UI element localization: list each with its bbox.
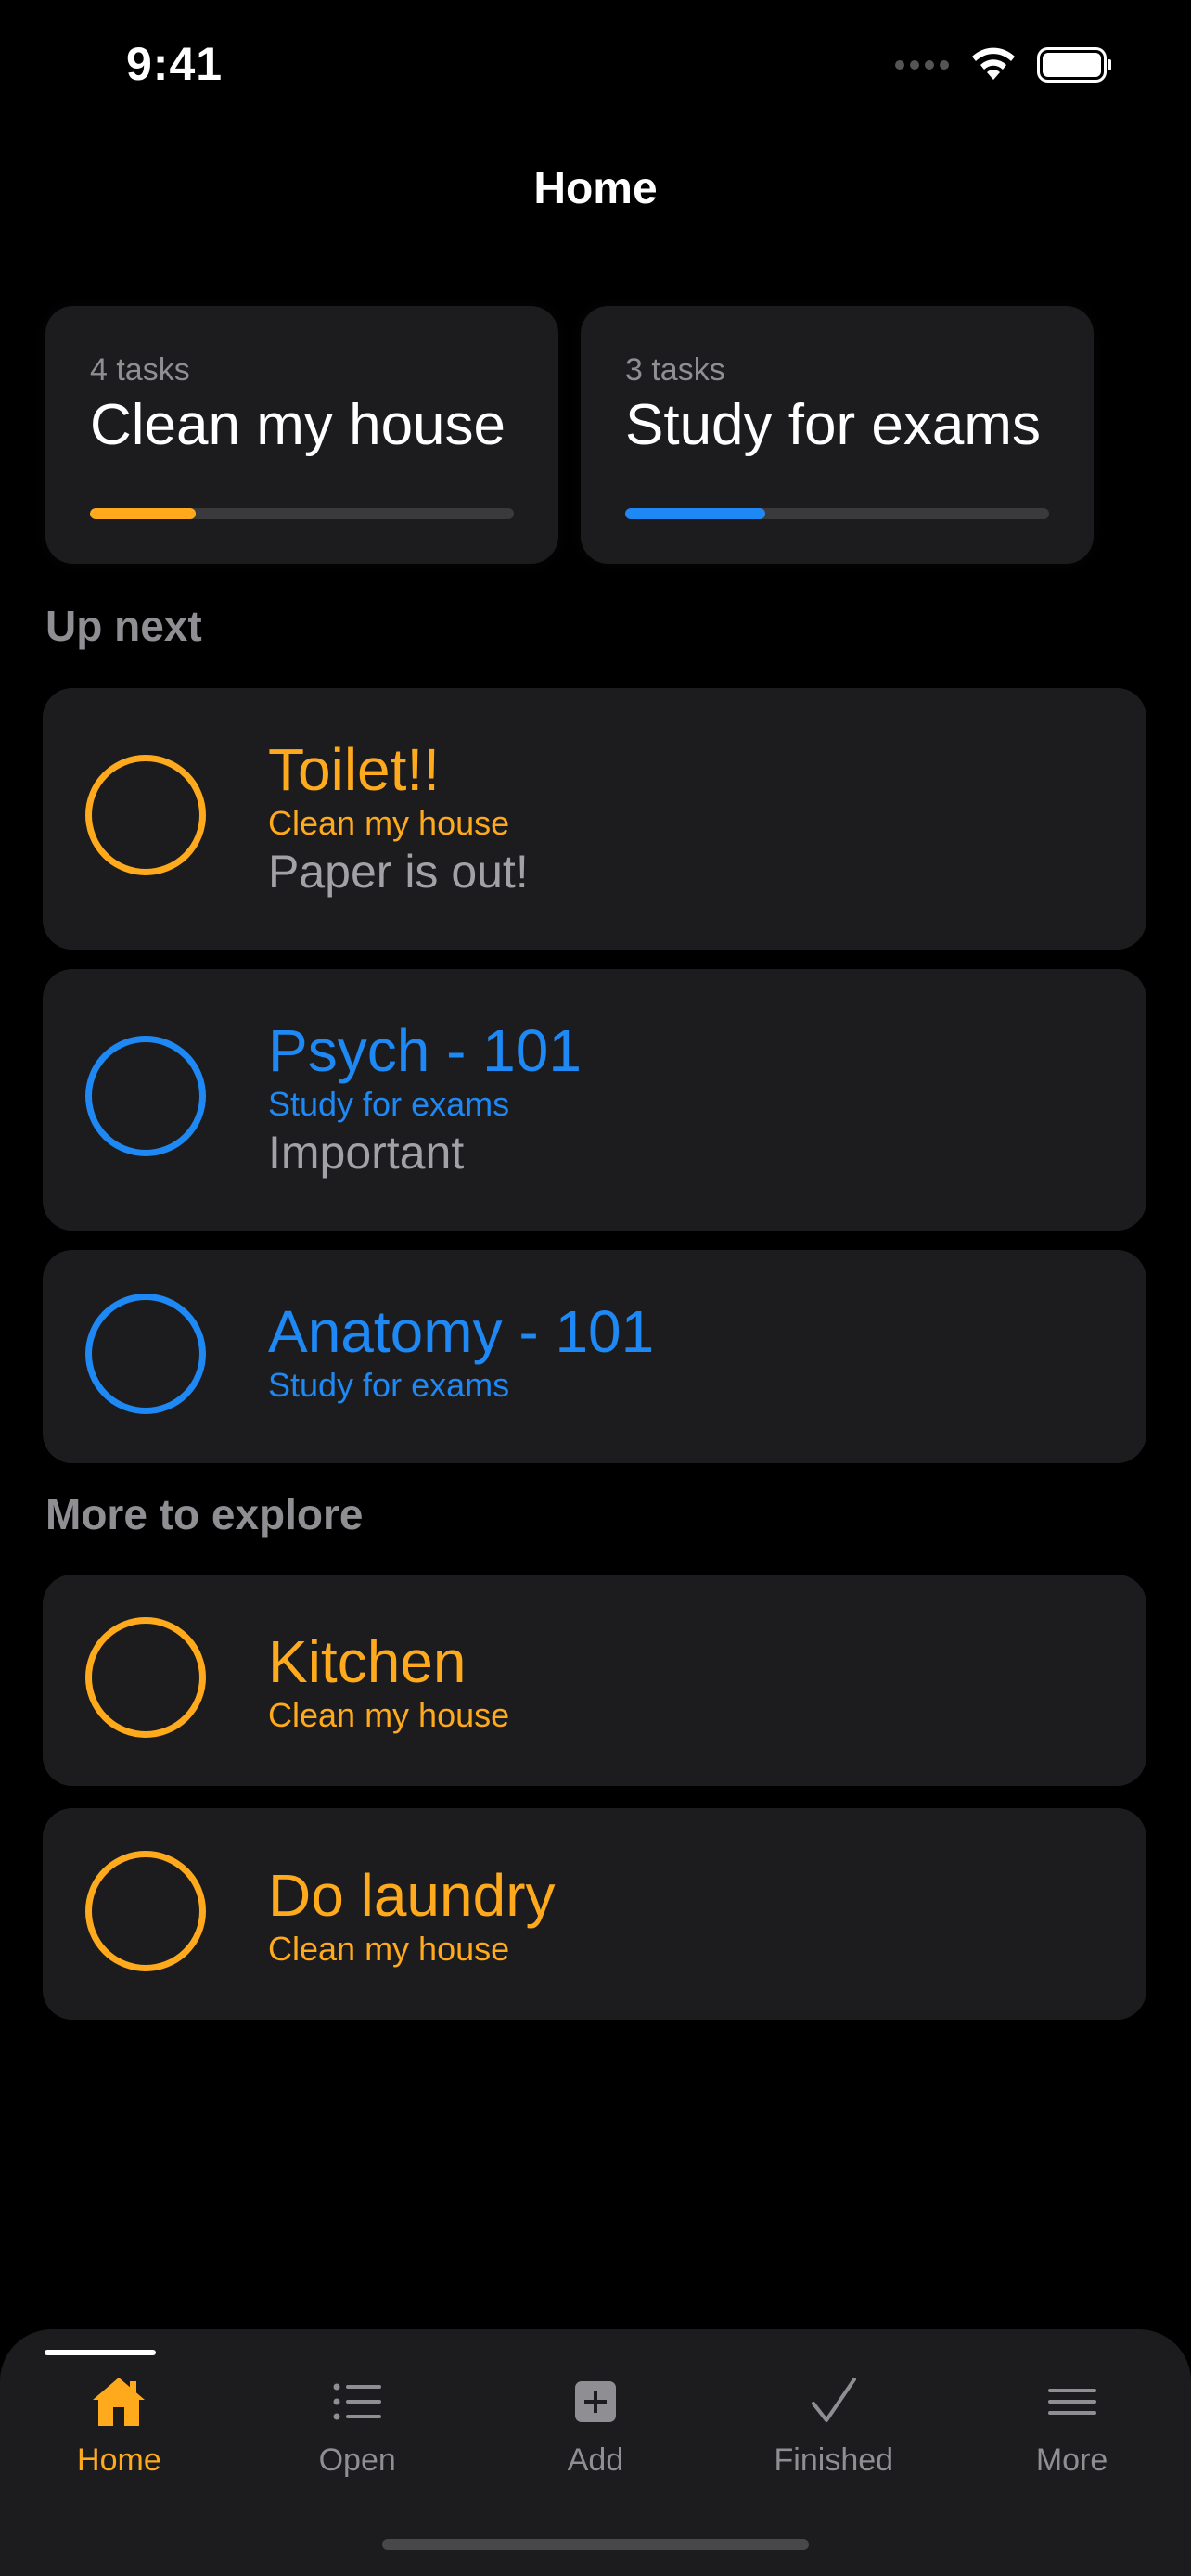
tab-label: Finished [774, 2442, 894, 2478]
task-text: Kitchen Clean my house [268, 1628, 509, 1736]
task-title: Anatomy - 101 [268, 1298, 655, 1365]
task-checkbox[interactable] [85, 1036, 206, 1156]
tab-finished[interactable]: Finished [714, 2329, 953, 2496]
task-card-toilet[interactable]: Toilet!! Clean my house Paper is out! [43, 688, 1146, 950]
task-title: Kitchen [268, 1628, 467, 1695]
project-name: Clean my house [90, 393, 506, 457]
project-name: Study for exams [625, 393, 1041, 457]
task-project: Clean my house [268, 1696, 510, 1734]
wifi-icon [972, 47, 1015, 80]
plus-square-icon [574, 2381, 616, 2422]
list-icon [333, 2383, 382, 2420]
task-note: Paper is out! [268, 846, 529, 898]
menu-icon [1047, 2389, 1096, 2415]
project-card-study-for-exams[interactable]: 3 tasks Study for exams [581, 306, 1094, 564]
project-cards: 4 tasks Clean my house 3 tasks Study for… [45, 306, 1094, 564]
tab-home[interactable]: Home [0, 2329, 238, 2496]
project-task-count: 4 tasks [90, 352, 190, 388]
section-header-more-to-explore: More to explore [45, 1490, 364, 1538]
status-icons [894, 46, 1113, 83]
task-card-anatomy-101[interactable]: Anatomy - 101 Study for exams [43, 1250, 1146, 1463]
project-task-count: 3 tasks [625, 352, 725, 388]
tab-label: Open [318, 2442, 396, 2478]
task-checkbox[interactable] [85, 1851, 206, 1971]
task-checkbox[interactable] [85, 1294, 206, 1414]
task-card-psych-101[interactable]: Psych - 101 Study for exams Important [43, 969, 1146, 1231]
cellular-signal-icon [895, 60, 949, 70]
project-progress-fill [625, 508, 765, 519]
project-progress-fill [90, 508, 197, 519]
task-project: Clean my house [268, 804, 510, 842]
task-card-kitchen[interactable]: Kitchen Clean my house [43, 1575, 1146, 1786]
battery-icon [1037, 47, 1111, 83]
house-icon [93, 2378, 146, 2426]
section-header-up-next: Up next [45, 602, 202, 650]
task-checkbox[interactable] [85, 1617, 206, 1738]
status-bar: 9:41 [0, 0, 1191, 139]
task-project: Study for exams [268, 1366, 510, 1404]
project-card-clean-my-house[interactable]: 4 tasks Clean my house [45, 306, 558, 564]
task-note: Important [268, 1127, 465, 1179]
page-title: Home [533, 164, 658, 213]
task-title: Do laundry [268, 1862, 556, 1929]
task-checkbox[interactable] [85, 755, 206, 875]
task-text: Do laundry Clean my house [268, 1862, 556, 1970]
tab-label: More [1035, 2442, 1108, 2478]
task-card-do-laundry[interactable]: Do laundry Clean my house [43, 1808, 1146, 2020]
task-title: Toilet!! [268, 736, 440, 803]
project-progress-bar [90, 508, 514, 519]
tab-add[interactable]: Add [477, 2329, 715, 2496]
tab-more[interactable]: More [953, 2329, 1191, 2496]
home-indicator [382, 2539, 809, 2550]
task-text: Psych - 101 Study for exams Important [268, 1017, 582, 1180]
checkmark-icon [811, 2378, 856, 2422]
task-project: Study for exams [268, 1085, 510, 1123]
status-time: 9:41 [126, 38, 224, 90]
tab-open[interactable]: Open [238, 2329, 477, 2496]
tab-label: Home [77, 2442, 161, 2478]
task-project: Clean my house [268, 1930, 510, 1968]
task-title: Psych - 101 [268, 1017, 582, 1084]
task-text: Anatomy - 101 Study for exams [268, 1298, 654, 1406]
task-text: Toilet!! Clean my house Paper is out! [268, 736, 529, 899]
project-progress-bar [625, 508, 1049, 519]
tab-label: Add [567, 2442, 624, 2478]
